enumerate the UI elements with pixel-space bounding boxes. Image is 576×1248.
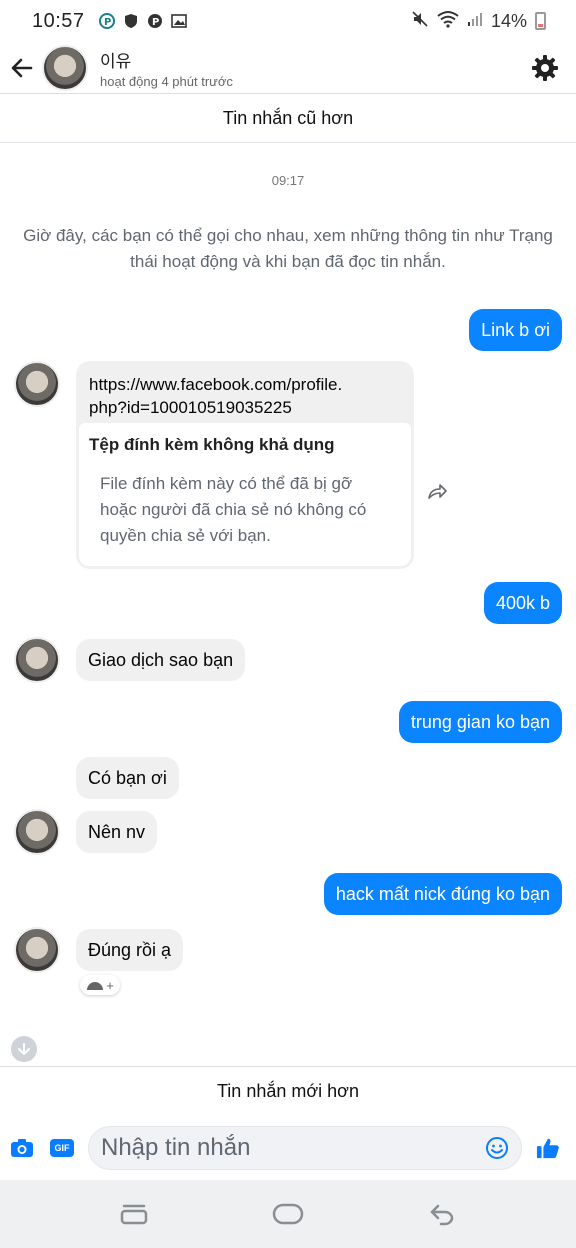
camera-icon	[11, 1139, 33, 1157]
message-bubble-outgoing[interactable]: trung gian ko bạn	[398, 701, 562, 743]
attachment-title: Tệp đính kèm không khả dụng	[89, 435, 335, 454]
status-time: 10:57	[32, 9, 85, 32]
message-bubble-incoming[interactable]: Đúng rồi ạ	[76, 929, 184, 971]
message-bubble-outgoing[interactable]: Link b ơi	[469, 309, 562, 351]
message-bubble-outgoing[interactable]: 400k b	[483, 582, 562, 624]
conversation-header: 이유 hoạt động 4 phút trước	[0, 42, 576, 94]
older-messages-button[interactable]: Tin nhắn cũ hơn	[0, 95, 576, 143]
like-button[interactable]	[536, 1136, 560, 1160]
attachment-description: File đính kèm này có thể đã bị gỡ hoặc n…	[100, 474, 367, 545]
contact-name: 이유	[100, 51, 132, 71]
message-bubble-incoming[interactable]: Nên nv	[76, 811, 158, 853]
reaction-plus: +	[106, 977, 114, 993]
svg-text:P: P	[104, 17, 111, 28]
thumbs-up-icon	[536, 1138, 559, 1159]
svg-text:P: P	[152, 17, 159, 28]
system-message: Giờ đây, các bạn có thể gọi cho nhau, xe…	[23, 226, 553, 271]
message-composer: GIF	[0, 1116, 576, 1180]
wifi-icon	[437, 10, 459, 33]
smiley-icon	[87, 982, 104, 990]
emoji-icon[interactable]	[485, 1136, 509, 1160]
message-bubble-outgoing[interactable]: hack mất nick đúng ko bạn	[323, 873, 562, 915]
contact-status: hoạt động 4 phút trước	[100, 73, 233, 89]
message-bubble-incoming[interactable]: Có bạn ơi	[76, 757, 179, 799]
contact-avatar[interactable]	[42, 44, 88, 91]
attachment-url[interactable]: https://www.facebook.com/profile. php?id…	[76, 361, 414, 423]
camera-button[interactable]	[10, 1136, 34, 1160]
mute-icon	[411, 10, 429, 33]
contact-info[interactable]: 이유 hoạt động 4 phút trước	[100, 47, 233, 89]
status-bar: 10:57 P P 14%	[0, 0, 576, 42]
recent-apps-button[interactable]	[116, 1196, 152, 1232]
battery-icon	[535, 12, 546, 30]
system-navigation-bar	[0, 1180, 576, 1248]
message-bubble-incoming[interactable]: Giao dịch sao bạn	[76, 639, 246, 681]
settings-button[interactable]	[530, 53, 560, 83]
back-nav-button[interactable]	[424, 1196, 460, 1232]
scroll-down-button[interactable]	[11, 1036, 37, 1062]
message-timestamp: 09:17	[271, 173, 305, 188]
message-input[interactable]	[101, 1134, 485, 1162]
p-icon: P	[147, 13, 163, 29]
attachment-unavailable-box: Tệp đính kèm không khả dụng File đính kè…	[79, 423, 411, 566]
sender-avatar[interactable]	[14, 361, 60, 407]
add-reaction-button[interactable]: +	[80, 975, 120, 995]
home-button[interactable]	[270, 1196, 306, 1232]
gif-button[interactable]: GIF	[50, 1139, 74, 1157]
recent-apps-icon	[120, 1204, 148, 1225]
status-icons-left: P P	[98, 13, 187, 29]
p-circle-icon: P	[98, 13, 115, 29]
home-icon	[272, 1203, 304, 1225]
signal-icon	[467, 11, 483, 32]
shield-icon	[123, 13, 139, 29]
back-button[interactable]	[2, 48, 42, 88]
sender-avatar[interactable]	[14, 809, 60, 855]
arrow-left-icon	[11, 58, 33, 77]
message-input-container[interactable]	[88, 1126, 522, 1170]
message-list: 09:17 Giờ đây, các bạn có thể gọi cho nh…	[0, 143, 576, 1065]
battery-percent: 14%	[490, 10, 527, 31]
image-icon	[170, 13, 187, 29]
status-icons-right: 14%	[411, 10, 546, 33]
sender-avatar[interactable]	[14, 637, 60, 683]
newer-messages-button[interactable]: Tin nhắn mới hơn	[0, 1066, 576, 1116]
arrow-down-icon	[18, 1043, 30, 1055]
attachment-card[interactable]: https://www.facebook.com/profile. php?id…	[76, 361, 414, 569]
back-nav-icon	[430, 1204, 454, 1226]
share-icon[interactable]	[425, 480, 449, 504]
sender-avatar[interactable]	[14, 927, 60, 973]
gear-icon	[532, 54, 558, 81]
